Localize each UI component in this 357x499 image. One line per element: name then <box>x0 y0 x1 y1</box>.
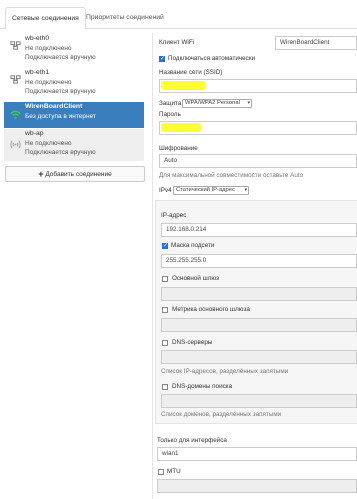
encryption-label: Шифрование <box>159 145 198 152</box>
tab-network-connections[interactable]: Сетевые соединения <box>5 7 86 30</box>
dns-search-input[interactable] <box>161 394 357 408</box>
encryption-hint: Для максимальной совместимости оставьте … <box>159 172 304 179</box>
dns-servers-hint: Список IP-адресов, разделённых запятыми <box>161 368 289 375</box>
security-label: Защита <box>159 100 182 107</box>
add-connection-button[interactable]: + Добавить соединение <box>5 166 145 182</box>
encryption-value: Auto <box>164 157 177 164</box>
plus-icon: + <box>38 169 44 179</box>
connection-mode: Подключается вручную <box>25 54 96 61</box>
wifi-ap-icon <box>10 140 21 149</box>
encryption-select[interactable]: Auto <box>159 154 357 168</box>
subnet-mask-value: 255.255.255.0 <box>166 257 207 264</box>
interface-label: Только для интерфейса <box>157 437 227 444</box>
ip-address-value: 192.168.0.214 <box>166 226 207 233</box>
connection-status: Без доступа в интернет <box>25 113 97 120</box>
connection-item-wb-eth1[interactable]: wb-eth1 Не подключено Подключается вручн… <box>4 68 144 100</box>
mtu-input[interactable] <box>157 479 357 493</box>
interface-input[interactable]: wlan1 <box>157 447 357 461</box>
password-label: Пароль <box>159 111 181 118</box>
dns-search-checkbox[interactable] <box>162 384 168 390</box>
dns-servers-input[interactable] <box>161 350 357 364</box>
tab-connection-priorities[interactable]: Приоритеты соединений <box>80 7 170 28</box>
password-redaction <box>161 123 201 132</box>
gateway-metric-input[interactable] <box>161 318 357 332</box>
ipv4-method-value: Статический IP-адрес <box>176 187 235 193</box>
ip-address-label: IP-адрес <box>161 212 187 219</box>
security-select[interactable]: WPA/WPA2 Personal ▾ <box>182 99 252 108</box>
connection-name: wb-ap <box>25 130 44 137</box>
ipv4-method-select[interactable]: Статический IP-адрес ▾ <box>173 186 249 195</box>
chevron-down-icon: ▾ <box>247 100 250 106</box>
dns-search-hint: Список доменов, разделённых запятыми <box>161 411 282 418</box>
mtu-label: MTU <box>167 468 181 475</box>
connection-item-wb-eth0[interactable]: wb-eth0 Не подключено Подключается вручн… <box>4 34 144 66</box>
chevron-down-icon: ▾ <box>244 187 247 193</box>
connection-name: WirenBoardClient <box>25 103 83 110</box>
ssid-redaction <box>161 81 206 90</box>
autoconnect-checkbox[interactable] <box>159 55 165 63</box>
mtu-checkbox[interactable] <box>158 469 164 475</box>
dns-search-label: DNS-домены поиска <box>172 383 233 390</box>
wifi-icon <box>10 110 21 119</box>
gateway-metric-checkbox[interactable] <box>162 307 168 313</box>
interface-value: wlan1 <box>162 450 179 457</box>
ip-address-input[interactable]: 192.168.0.214 <box>161 223 357 237</box>
security-value: WPA/WPA2 Personal <box>185 100 240 106</box>
connection-mode: Подключается вручную <box>25 88 96 95</box>
connection-name: wb-eth1 <box>25 69 50 76</box>
subnet-mask-label: Маска подсети <box>171 242 215 249</box>
dns-servers-label: DNS-серверы <box>172 339 213 346</box>
subnet-mask-checkbox[interactable] <box>162 242 168 250</box>
add-connection-label: Добавить соединение <box>45 171 112 178</box>
connection-mode: Подключается вручную <box>25 149 96 156</box>
dns-servers-checkbox[interactable] <box>162 340 168 346</box>
ethernet-icon <box>10 41 21 50</box>
ethernet-icon <box>10 75 21 84</box>
subnet-mask-input[interactable]: 255.255.255.0 <box>161 254 357 268</box>
ssid-label: Название сети (SSID) <box>159 69 223 76</box>
ipv4-label: IPv4 <box>159 187 172 194</box>
connection-item-wb-ap[interactable]: wb-ap Не подключено Подключается вручную <box>4 129 144 161</box>
gateway-input[interactable] <box>161 287 357 301</box>
gateway-checkbox[interactable] <box>162 276 168 282</box>
connection-status: Не подключено <box>25 79 72 86</box>
gateway-metric-label: Метрика основного шлюза <box>172 306 250 313</box>
client-label: Клиент WiFi <box>159 39 195 46</box>
connection-name-value: WirenBoardClient <box>280 39 330 46</box>
connection-name-input[interactable]: WirenBoardClient <box>275 36 357 50</box>
connection-item-wirenboardclient[interactable]: WirenBoardClient Без доступа в интернет <box>4 102 144 128</box>
connection-status: Не подключено <box>25 45 72 52</box>
connection-status: Не подключено <box>25 140 72 147</box>
tab-bar: Сетевые соединения Приоритеты соединений <box>0 0 357 30</box>
connection-name: wb-eth0 <box>25 35 50 42</box>
gateway-label: Основной шлюз <box>172 275 219 282</box>
autoconnect-label: Подключаться автоматически <box>168 55 256 62</box>
